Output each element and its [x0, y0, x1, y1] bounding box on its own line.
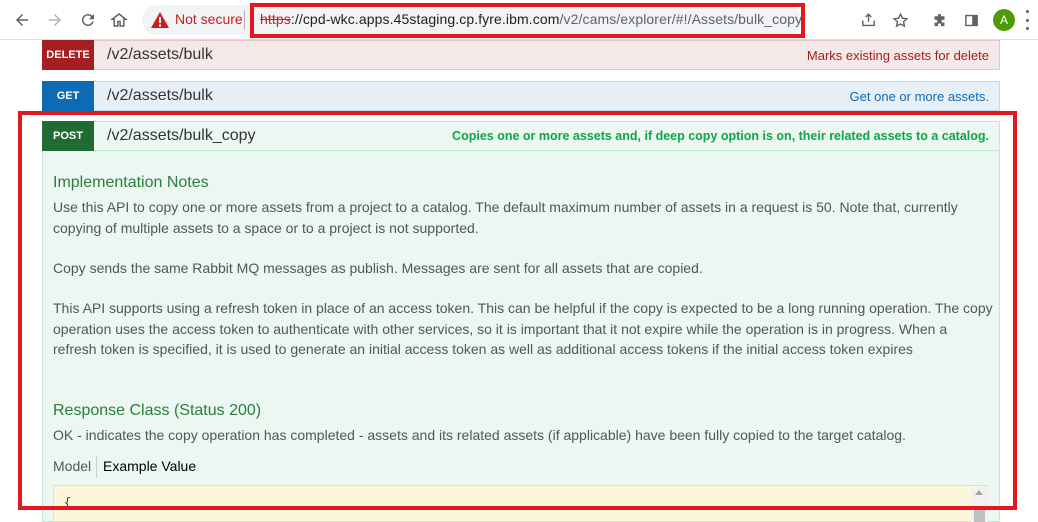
url-highlight-box	[250, 3, 805, 38]
operation-delete-bulk[interactable]: DELETE /v2/assets/bulk Marks existing as…	[42, 40, 1000, 70]
reload-icon[interactable]	[76, 8, 100, 32]
security-label[interactable]: Not secure	[175, 11, 243, 27]
method-badge-post[interactable]: POST	[42, 121, 94, 151]
scroll-up-arrow-icon[interactable]	[975, 490, 983, 495]
extensions-icon[interactable]	[928, 9, 950, 31]
avatar[interactable]: A	[993, 9, 1015, 31]
impl-paragraph-1: Use this API to copy one or more assets …	[53, 199, 958, 236]
star-icon[interactable]	[889, 9, 911, 31]
operation-path[interactable]: /v2/assets/bulk	[107, 87, 213, 105]
scroll-thumb[interactable]	[974, 507, 985, 522]
operation-summary[interactable]: Marks existing assets for delete	[807, 48, 989, 63]
home-icon[interactable]	[107, 8, 131, 32]
impl-paragraph-2: Copy sends the same Rabbit MQ messages a…	[53, 260, 703, 276]
implementation-notes-heading: Implementation Notes	[53, 174, 209, 191]
example-value-box[interactable]: {	[53, 485, 988, 522]
method-badge-delete[interactable]: DELETE	[42, 40, 94, 70]
response-class-heading: Response Class (Status 200)	[53, 402, 262, 419]
operation-summary[interactable]: Get one or more assets.	[850, 89, 989, 104]
warning-icon[interactable]	[150, 11, 170, 29]
operation-post-bulk-copy[interactable]: POST /v2/assets/bulk_copy Copies one or …	[42, 121, 1000, 151]
example-json-text: {	[64, 496, 72, 510]
back-icon[interactable]	[10, 8, 34, 32]
share-icon[interactable]	[857, 9, 879, 31]
omnibox-separator	[244, 10, 245, 30]
method-badge-get[interactable]: GET	[42, 81, 94, 111]
response-class-text: OK - indicates the copy operation has co…	[53, 427, 906, 443]
impl-paragraph-3: This API supports using a refresh token …	[53, 300, 993, 357]
browser-toolbar: Not secure https://cpd-wkc.apps.45stagin…	[0, 0, 1038, 40]
tab-example-value[interactable]: Example Value	[103, 458, 196, 474]
sidepanel-icon[interactable]	[960, 9, 982, 31]
operation-get-bulk[interactable]: GET /v2/assets/bulk Get one or more asse…	[42, 81, 1000, 111]
operation-summary[interactable]: Copies one or more assets and, if deep c…	[452, 129, 989, 143]
tab-divider	[96, 456, 97, 478]
operation-path[interactable]: /v2/assets/bulk	[107, 46, 213, 64]
menu-icon[interactable]	[1024, 10, 1030, 30]
operation-path[interactable]: /v2/assets/bulk_copy	[107, 127, 256, 145]
tab-model[interactable]: Model	[53, 458, 91, 474]
forward-icon[interactable]	[43, 8, 67, 32]
